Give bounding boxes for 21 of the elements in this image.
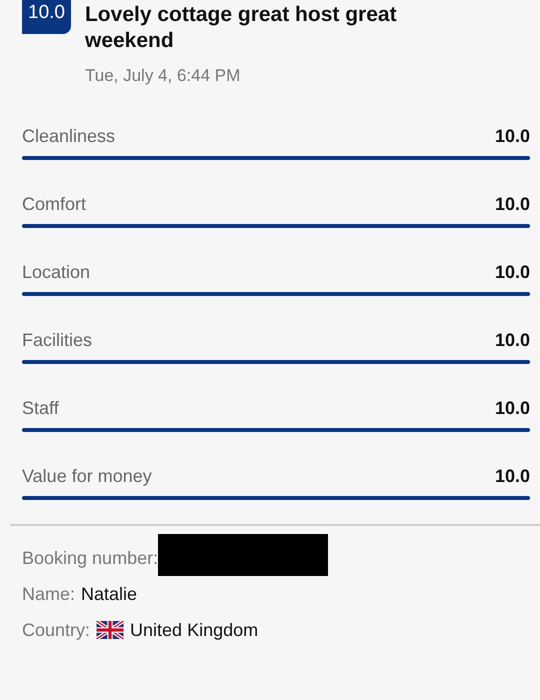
country-label: Country: (22, 620, 90, 640)
guest-name: Natalie (81, 584, 138, 604)
name-label: Name: (22, 584, 76, 604)
flag-icon (96, 621, 124, 639)
rating-value: 10.0 (494, 262, 530, 283)
rating-label: Location (22, 262, 90, 283)
review-date: Tue, July 4, 6:44 PM (84, 66, 242, 86)
rating-label: Staff (22, 398, 59, 419)
rating-value: 10.0 (494, 194, 530, 215)
review-title: Lovely cottage great host great weekend (84, 2, 398, 54)
rating-label: Facilities (22, 330, 92, 351)
rating-label: Value for money (22, 466, 152, 487)
score-badge: 10.0 (22, 0, 71, 34)
country-name: United Kingdom (130, 620, 258, 640)
rating-value: 10.0 (494, 466, 530, 487)
rating-label: Cleanliness (22, 126, 116, 147)
booking-label: Booking number: (22, 548, 158, 568)
rating-value: 10.0 (494, 398, 530, 419)
rating-value: 10.0 (494, 126, 530, 147)
rating-label: Comfort (22, 194, 86, 215)
rating-value: 10.0 (494, 330, 530, 351)
